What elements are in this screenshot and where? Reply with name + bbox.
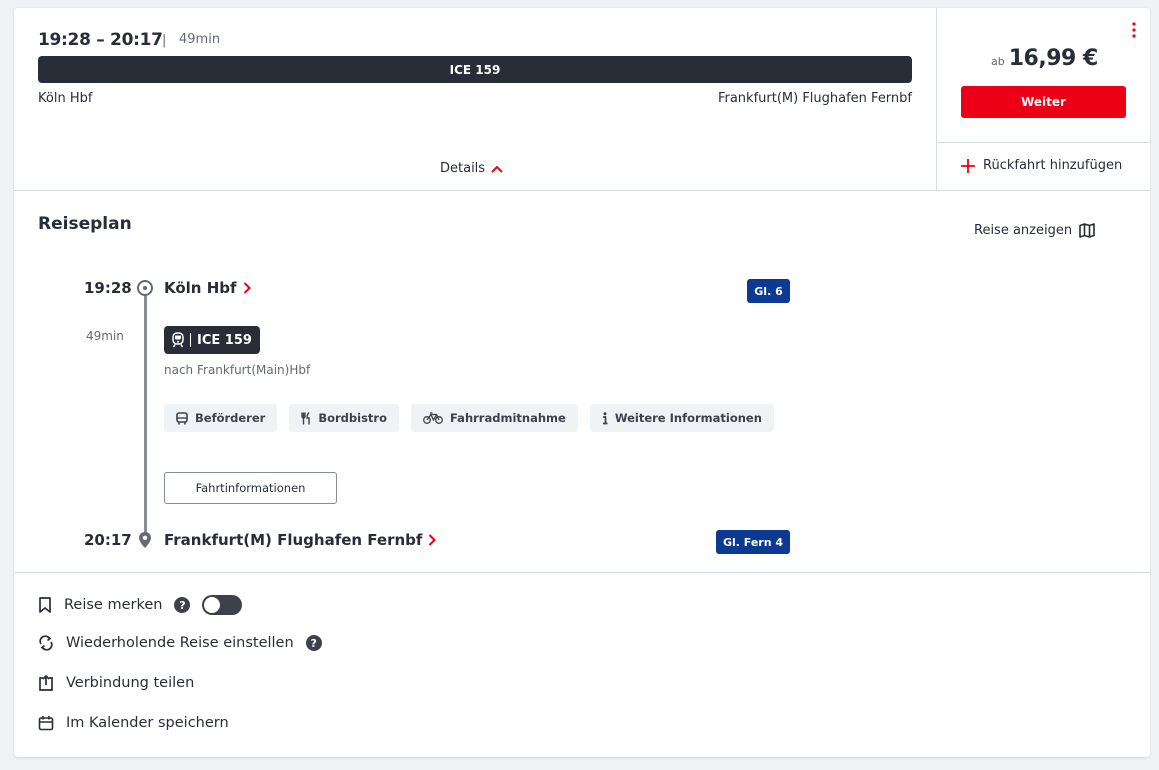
chip-more-info-label: Weitere Informationen — [614, 411, 762, 425]
chip-bicycle[interactable]: Fahrradmitnahme — [411, 404, 578, 432]
map-icon — [1079, 223, 1095, 238]
departure-platform-badge: Gl. 6 — [747, 279, 790, 303]
plus-icon — [961, 158, 975, 173]
chevron-right-icon — [243, 282, 251, 294]
chevron-up-icon — [491, 165, 503, 173]
train-badge-divider — [190, 333, 191, 347]
time-separator: | — [162, 33, 167, 48]
destination-station: Frankfurt(M) Flughafen Fernbf — [717, 91, 912, 106]
plan-title: Reiseplan — [38, 214, 132, 234]
chip-bistro[interactable]: Bordbistro — [289, 404, 399, 432]
arrival-station-name: Frankfurt(M) Flughafen Fernbf — [164, 531, 423, 549]
chip-more-info[interactable]: Weitere Informationen — [589, 404, 774, 432]
train-bar-label: ICE 159 — [449, 62, 501, 77]
info-icon — [602, 411, 608, 424]
save-calendar-label: Im Kalender speichern — [66, 715, 229, 731]
chip-bicycle-label: Fahrradmitnahme — [450, 411, 566, 425]
departure-time: 19:28 — [84, 279, 132, 297]
toggle-knob — [204, 597, 221, 613]
show-journey-label: Reise anzeigen — [974, 223, 1073, 238]
save-calendar-action[interactable]: Im Kalender speichern — [38, 715, 229, 731]
share-connection-action[interactable]: Verbindung teilen — [38, 675, 194, 691]
price-prefix: ab — [991, 55, 1005, 68]
details-toggle[interactable]: Details — [440, 161, 503, 176]
help-icon[interactable]: ? — [174, 597, 191, 613]
plan-duration: 49min — [86, 329, 124, 343]
price: 16,99 € — [1008, 46, 1099, 71]
actions-divider — [14, 572, 1150, 573]
location-pin-icon — [139, 532, 151, 548]
details-label: Details — [440, 161, 486, 176]
share-icon — [39, 675, 53, 691]
departure-station-name: Köln Hbf — [164, 279, 237, 297]
show-journey-button[interactable]: Reise anzeigen — [974, 223, 1095, 238]
add-return-label: Rückfahrt hinzufügen — [983, 158, 1123, 173]
train-name: ICE 159 — [197, 332, 252, 348]
cutlery-icon — [301, 411, 311, 424]
train-badge: ICE 159 — [164, 326, 260, 354]
recurring-journey-label: Wiederholende Reise einstellen — [66, 635, 294, 651]
chip-operator[interactable]: Beförderer — [164, 404, 278, 432]
bicycle-icon — [423, 412, 443, 424]
trip-info-button[interactable]: Fahrtinformationen — [164, 472, 337, 504]
bus-icon — [176, 411, 188, 424]
departure-dot-icon — [137, 280, 153, 296]
help-icon[interactable]: ? — [305, 635, 322, 651]
arrival-time: 20:17 — [84, 531, 132, 549]
arrival-station-link[interactable]: Frankfurt(M) Flughafen Fernbf — [164, 531, 437, 549]
repeat-icon — [39, 635, 53, 651]
bookmark-icon — [39, 597, 51, 613]
chip-operator-label: Beförderer — [195, 411, 266, 425]
train-bar: ICE 159 — [38, 56, 912, 83]
train-icon — [172, 332, 184, 348]
save-journey-label: Reise merken — [64, 597, 163, 613]
chevron-right-icon — [429, 534, 437, 546]
save-journey-action: Reise merken ? — [38, 595, 243, 615]
share-connection-label: Verbindung teilen — [66, 675, 195, 691]
origin-station: Köln Hbf — [38, 91, 93, 106]
connection-card: 19:28 – 20:17 | 49min ICE 159 Köln Hbf F… — [14, 8, 1151, 757]
connection-summary: 19:28 – 20:17 | 49min ICE 159 Köln Hbf F… — [14, 8, 936, 191]
connection-duration: 49min — [179, 32, 221, 47]
add-return-button[interactable]: Rückfahrt hinzufügen — [961, 158, 1122, 173]
offer-divider — [937, 142, 1151, 143]
save-journey-toggle[interactable] — [202, 595, 243, 615]
departure-station-link[interactable]: Köln Hbf — [164, 279, 251, 297]
connection-times: 19:28 – 20:17 — [38, 30, 163, 50]
chip-bistro-label: Bordbistro — [318, 411, 387, 425]
train-direction: nach Frankfurt(Main)Hbf — [164, 363, 311, 377]
offer-panel: ab 16,99 € Weiter Rückfahrt hinzufügen — [936, 8, 1151, 191]
route-line — [144, 296, 147, 540]
calendar-icon — [38, 716, 54, 731]
recurring-journey-action[interactable]: Wiederholende Reise einstellen ? — [38, 635, 322, 651]
train-attributes: Beförderer Bordbistro Fahrradmitnahme We… — [164, 404, 774, 432]
more-options-icon[interactable] — [1130, 22, 1138, 38]
price-row: ab 16,99 € — [991, 46, 1098, 71]
arrival-platform-badge: Gl. Fern 4 — [716, 530, 790, 554]
continue-button[interactable]: Weiter — [961, 86, 1126, 118]
